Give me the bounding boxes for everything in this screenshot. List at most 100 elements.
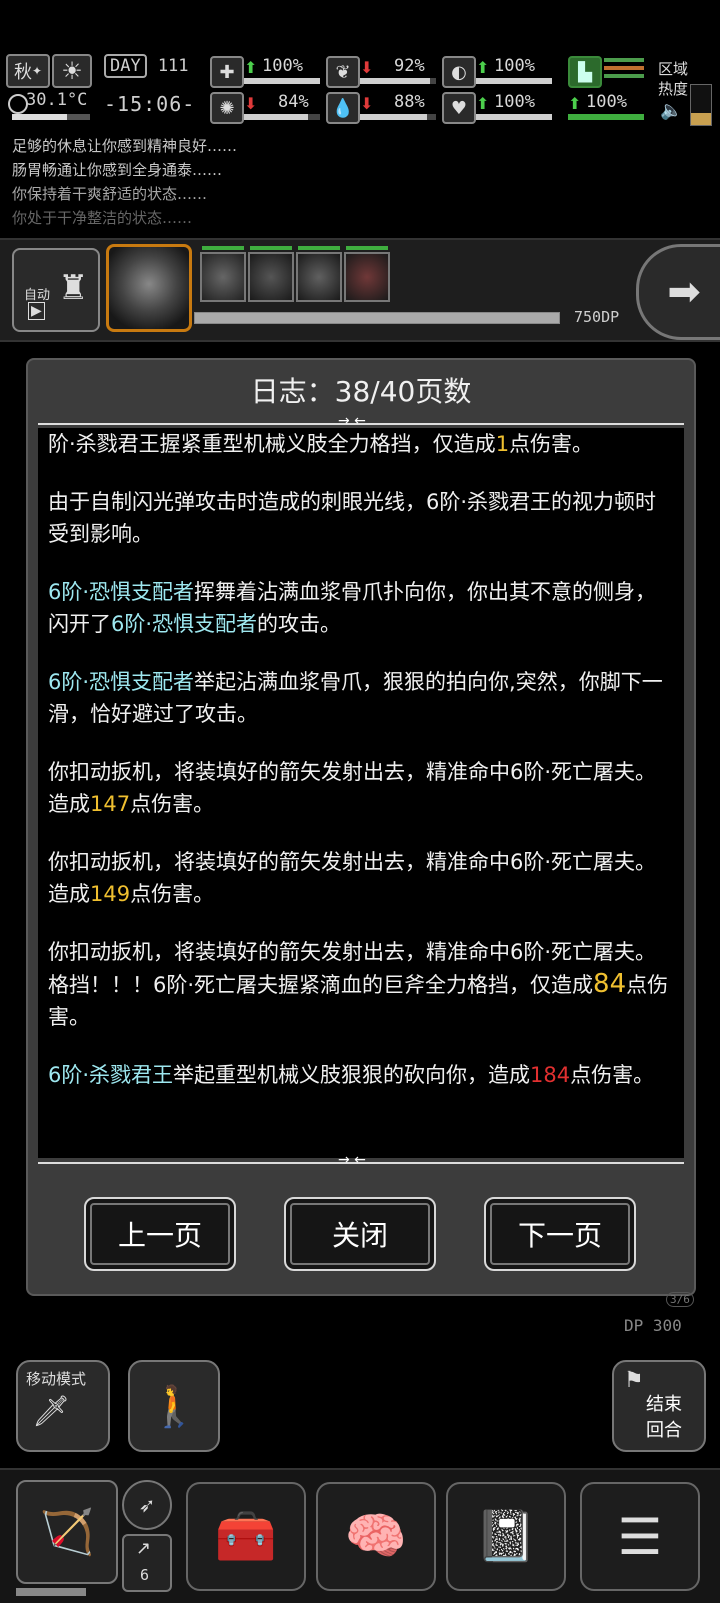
clock-readout: -15:06- xyxy=(104,92,196,116)
stat-immunity-value: 100% xyxy=(494,56,535,76)
auto-button[interactable]: 自动 ▶ ♜ xyxy=(12,248,100,332)
log-entry-text: 6阶·恐惧支配者 xyxy=(111,612,258,636)
weapon-durability-bar xyxy=(16,1588,86,1596)
log-entry: 你扣动扳机，将装填好的箭矢发射出去，精准命中6阶·死亡屠夫。格挡！！！6阶·死亡… xyxy=(48,936,674,1033)
region-heat-label-1: 区域 xyxy=(658,60,689,78)
message-line: 肠胃畅通让你感到全身通泰…… xyxy=(12,161,223,179)
stat-mind-value: 84% xyxy=(278,92,309,112)
message-line: 你保持着干爽舒适的状态…… xyxy=(12,185,208,203)
log-entry: 你扣动扳机，将装填好的箭矢发射出去，精准命中6阶·死亡屠夫。造成147点伤害。 xyxy=(48,756,674,820)
log-entry-text: 点伤害。 xyxy=(570,1063,655,1087)
stat-hunger-value: 92% xyxy=(394,56,425,76)
stat-mind-bar xyxy=(244,114,320,120)
stat-hunger-bar xyxy=(360,78,436,84)
inventory-button[interactable]: 🧰 xyxy=(186,1482,306,1591)
enemy-portrait[interactable] xyxy=(200,246,246,302)
weapon-button[interactable]: 🏹 xyxy=(16,1480,118,1584)
bolt-icon: ↗ xyxy=(136,1538,152,1559)
log-entry-text: 点伤害。 xyxy=(509,432,594,456)
stamina-lines xyxy=(604,58,644,82)
temperature-readout: 30.1°C xyxy=(26,90,88,110)
journal-button[interactable]: 📓 xyxy=(446,1482,566,1591)
crossbow-icon: 🏹 xyxy=(39,1507,95,1558)
menu-button[interactable]: ☰ xyxy=(580,1482,700,1591)
trend-up-icon: ⬆ xyxy=(476,94,490,113)
log-entry-text: 的攻击。 xyxy=(257,612,342,636)
dp-value: 750DP xyxy=(574,308,620,326)
divider-arrows: → ← xyxy=(338,1152,366,1168)
ammo-slot[interactable]: ↗ 6 xyxy=(122,1534,172,1592)
walking-person-icon: 🚶 xyxy=(149,1383,199,1430)
day-value: 111 xyxy=(157,56,189,76)
log-entry-text: 阶·杀戮君王握紧重型机械义肢全力格挡，仅造成 xyxy=(48,432,496,456)
stat-immunity-bar xyxy=(476,78,552,84)
trend-up-icon: ⬆ xyxy=(244,58,258,77)
log-entry-text: 6阶·杀戮君王 xyxy=(48,1063,174,1087)
log-entry-text: 举起重型机械义肢狠狠的砍向你，造成 xyxy=(173,1063,531,1087)
ammo-count: 3/6 xyxy=(666,1292,694,1307)
arrows-icon: ➶ xyxy=(138,1493,156,1517)
stat-thirst-bar xyxy=(360,114,436,120)
log-entry: 你扣动扳机，将装填好的箭矢发射出去，精准命中6阶·死亡屠夫。造成149点伤害。 xyxy=(48,846,674,910)
log-entry: 6阶·恐惧支配者挥舞着沾满血浆骨爪扑向你，你出其不意的侧身，闪开了6阶·恐惧支配… xyxy=(48,576,674,640)
speaker-icon[interactable]: 🔈 xyxy=(660,100,682,121)
log-entry-text: 你扣动扳机，将装填好的箭矢发射出去，精准命中6阶·死亡屠夫。格挡！！！6阶·死亡… xyxy=(48,940,657,997)
log-entry: 6阶·恐惧支配者举起沾满血浆骨爪，狠狠的拍向你,突然，你脚下一滑，恰好避过了攻击… xyxy=(48,666,674,730)
gunner-icon: ♜ xyxy=(58,268,89,308)
log-dialog: 日志：38/40页数 → ← 阶·杀戮君王握紧重型机械义肢全力格挡，仅造成1点伤… xyxy=(26,358,696,1296)
brain-icon: ✺ xyxy=(210,92,244,124)
log-entry-text: 184 xyxy=(530,1063,571,1087)
thermometer-icon xyxy=(8,94,28,114)
leaf-icon: ✦ xyxy=(31,64,43,78)
walk-button[interactable]: 🚶 xyxy=(128,1360,220,1452)
flag-icon: ⚑ xyxy=(624,1368,644,1393)
trend-up-icon: ⬆ xyxy=(476,58,490,77)
play-icon: ▶ xyxy=(28,302,45,320)
stat-stamina-bar xyxy=(568,114,644,120)
log-entry-text: 84 xyxy=(593,969,627,999)
end-turn-button[interactable]: ⚑ 结束 回合 xyxy=(612,1360,706,1452)
log-entry: 6阶·杀戮君王举起重型机械义肢狠狠的砍向你，造成184点伤害。 xyxy=(48,1059,674,1091)
weapon-count: 6 xyxy=(140,1566,150,1584)
notebook-icon: 📓 xyxy=(474,1507,538,1565)
log-entry-text: 由于自制闪光弹攻击时造成的刺眼光线，6阶·杀戮君王的视力顿时受到影响。 xyxy=(48,490,657,546)
log-scroll-area[interactable]: 阶·杀戮君王握紧重型机械义肢全力格挡，仅造成1点伤害。 由于自制闪光弹攻击时造成的… xyxy=(38,428,684,1158)
end-turn-label-2: 回合 xyxy=(646,1420,682,1441)
message-line: 足够的休息让你感到精神良好…… xyxy=(12,137,238,155)
brain-head-icon: 🧠 xyxy=(344,1507,408,1565)
enemy-portrait[interactable] xyxy=(296,246,342,302)
next-turn-button[interactable]: ➡ xyxy=(636,244,720,340)
stat-health-bar xyxy=(244,78,320,84)
close-button[interactable]: 关闭 xyxy=(284,1197,436,1271)
log-entry: 阶·杀戮君王握紧重型机械义肢全力格挡，仅造成1点伤害。 xyxy=(48,428,674,460)
stomach-icon: ❦ xyxy=(326,56,360,88)
menu-list-icon: ☰ xyxy=(617,1507,663,1566)
stat-stamina-value: 100% xyxy=(586,92,627,112)
log-entry: 由于自制闪光弹攻击时造成的刺眼光线，6阶·杀戮君王的视力顿时受到影响。 xyxy=(48,486,674,550)
water-drop-icon: 💧 xyxy=(326,92,360,124)
capsule-icon: ◐ xyxy=(442,56,476,88)
log-content: 阶·杀戮君王握紧重型机械义肢全力格挡，仅造成1点伤害。 由于自制闪光弹攻击时造成的… xyxy=(38,428,684,1091)
status-bar: 秋 ✦ ☀ 30.1°C DAY 111 -15:06- ✚ ⬆ 100% ❦ … xyxy=(0,50,720,130)
stat-thirst-value: 88% xyxy=(394,92,425,112)
season-indicator[interactable]: 秋 ✦ xyxy=(6,54,50,88)
day-counter: DAY 111 xyxy=(104,54,198,86)
player-portrait[interactable] xyxy=(106,244,192,332)
weapon-swap-button[interactable]: ➶ xyxy=(122,1480,172,1530)
move-mode-button[interactable]: 移动模式 🗡 xyxy=(16,1360,110,1452)
prev-page-button[interactable]: 上一页 xyxy=(84,1197,236,1271)
enemy-portrait[interactable] xyxy=(248,246,294,302)
skills-button[interactable]: 🧠 xyxy=(316,1482,436,1591)
end-turn-label-1: 结束 xyxy=(646,1394,682,1415)
trend-down-icon: ⬇ xyxy=(360,58,374,77)
heat-meter xyxy=(690,84,712,126)
chest-icon: 🧰 xyxy=(214,1507,278,1565)
enemy-portrait[interactable] xyxy=(344,246,390,302)
sun-icon: ☀ xyxy=(52,54,92,88)
stat-mood-bar xyxy=(476,114,552,120)
ammo-panel: 3/6 xyxy=(610,1230,700,1310)
turn-bar: 自动 ▶ ♜ 750DP ➡ xyxy=(0,238,720,342)
log-entry-text: 149 xyxy=(90,882,131,906)
region-heat-panel[interactable]: 区域 热度 🔈 xyxy=(654,54,716,126)
log-entry-text: 1 xyxy=(495,432,510,456)
